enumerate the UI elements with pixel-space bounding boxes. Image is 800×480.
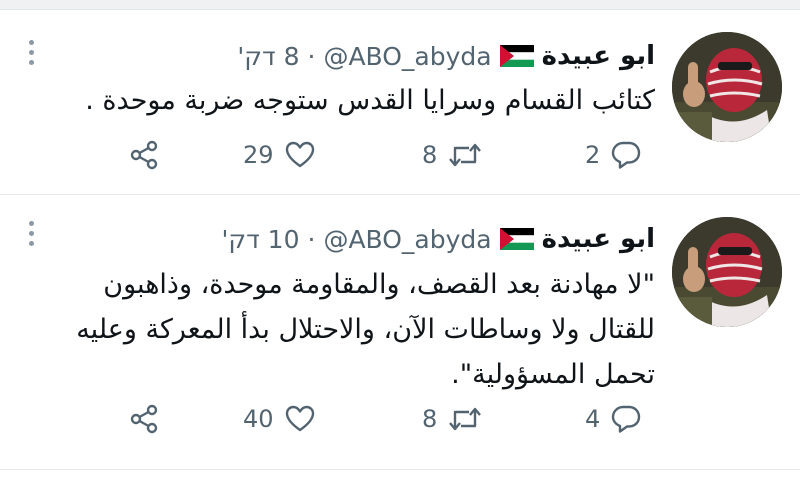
- reply-button[interactable]: 4: [585, 399, 642, 439]
- palestine-flag-icon: [499, 45, 534, 67]
- retweet-icon: [449, 407, 482, 431]
- tweet-actions: 29 8 2: [0, 135, 800, 175]
- author-handle[interactable]: @ABO_abyda: [323, 225, 491, 254]
- avatar-photo-icon: [672, 217, 782, 327]
- tweet-actions: 40 8 4: [0, 399, 800, 439]
- share-icon: [130, 404, 158, 434]
- tweet[interactable]: ابو عبيدة @ABO_abyda · 8 דק' كتائب القسا…: [0, 10, 800, 195]
- more-options-icon[interactable]: [26, 40, 36, 65]
- retweet-button[interactable]: 8: [422, 399, 483, 439]
- retweet-count: 8: [422, 141, 438, 169]
- tweet-timestamp[interactable]: 10 דק': [221, 225, 299, 254]
- avatar-photo-icon: [672, 32, 782, 142]
- tweet-header: ابو عبيدة @ABO_abyda · 8 דק': [237, 36, 655, 76]
- author-handle[interactable]: @ABO_abyda: [323, 42, 491, 71]
- separator-dot: ·: [307, 41, 316, 71]
- share-icon: [130, 140, 158, 170]
- tweet-text: كتائب القسام وسرايا القدس ستوجه ضربة موح…: [85, 85, 655, 116]
- share-button[interactable]: [128, 135, 160, 175]
- retweet-button[interactable]: 8: [422, 135, 483, 175]
- reply-icon: [612, 141, 641, 169]
- more-options-icon[interactable]: [26, 221, 36, 246]
- reply-count: 2: [585, 141, 601, 169]
- reply-button[interactable]: 2: [585, 135, 642, 175]
- timeline-top-border: [0, 0, 800, 10]
- reply-count: 4: [585, 405, 601, 433]
- like-icon: [285, 405, 314, 432]
- separator-dot: ·: [307, 224, 316, 254]
- like-button[interactable]: 29: [243, 135, 316, 175]
- like-icon: [285, 141, 314, 168]
- tweet[interactable]: ابو عبيدة @ABO_abyda · 10 דק' "لا مهادنة…: [0, 195, 800, 470]
- like-count: 29: [243, 141, 274, 169]
- author-name[interactable]: ابو عبيدة: [542, 224, 655, 254]
- reply-icon: [612, 405, 641, 433]
- author-name[interactable]: ابو عبيدة: [542, 41, 655, 71]
- like-button[interactable]: 40: [243, 399, 316, 439]
- tweet-text: "لا مهادنة بعد القصف، والمقاومة موحدة، و…: [76, 269, 655, 390]
- palestine-flag-icon: [499, 228, 534, 250]
- author-avatar[interactable]: [672, 217, 782, 327]
- tweet-header: ابو عبيدة @ABO_abyda · 10 דק': [221, 219, 655, 259]
- retweet-count: 8: [422, 405, 438, 433]
- retweet-icon: [449, 143, 482, 167]
- author-avatar[interactable]: [672, 32, 782, 142]
- like-count: 40: [243, 405, 274, 433]
- share-button[interactable]: [128, 399, 160, 439]
- tweet-timestamp[interactable]: 8 דק': [237, 42, 299, 71]
